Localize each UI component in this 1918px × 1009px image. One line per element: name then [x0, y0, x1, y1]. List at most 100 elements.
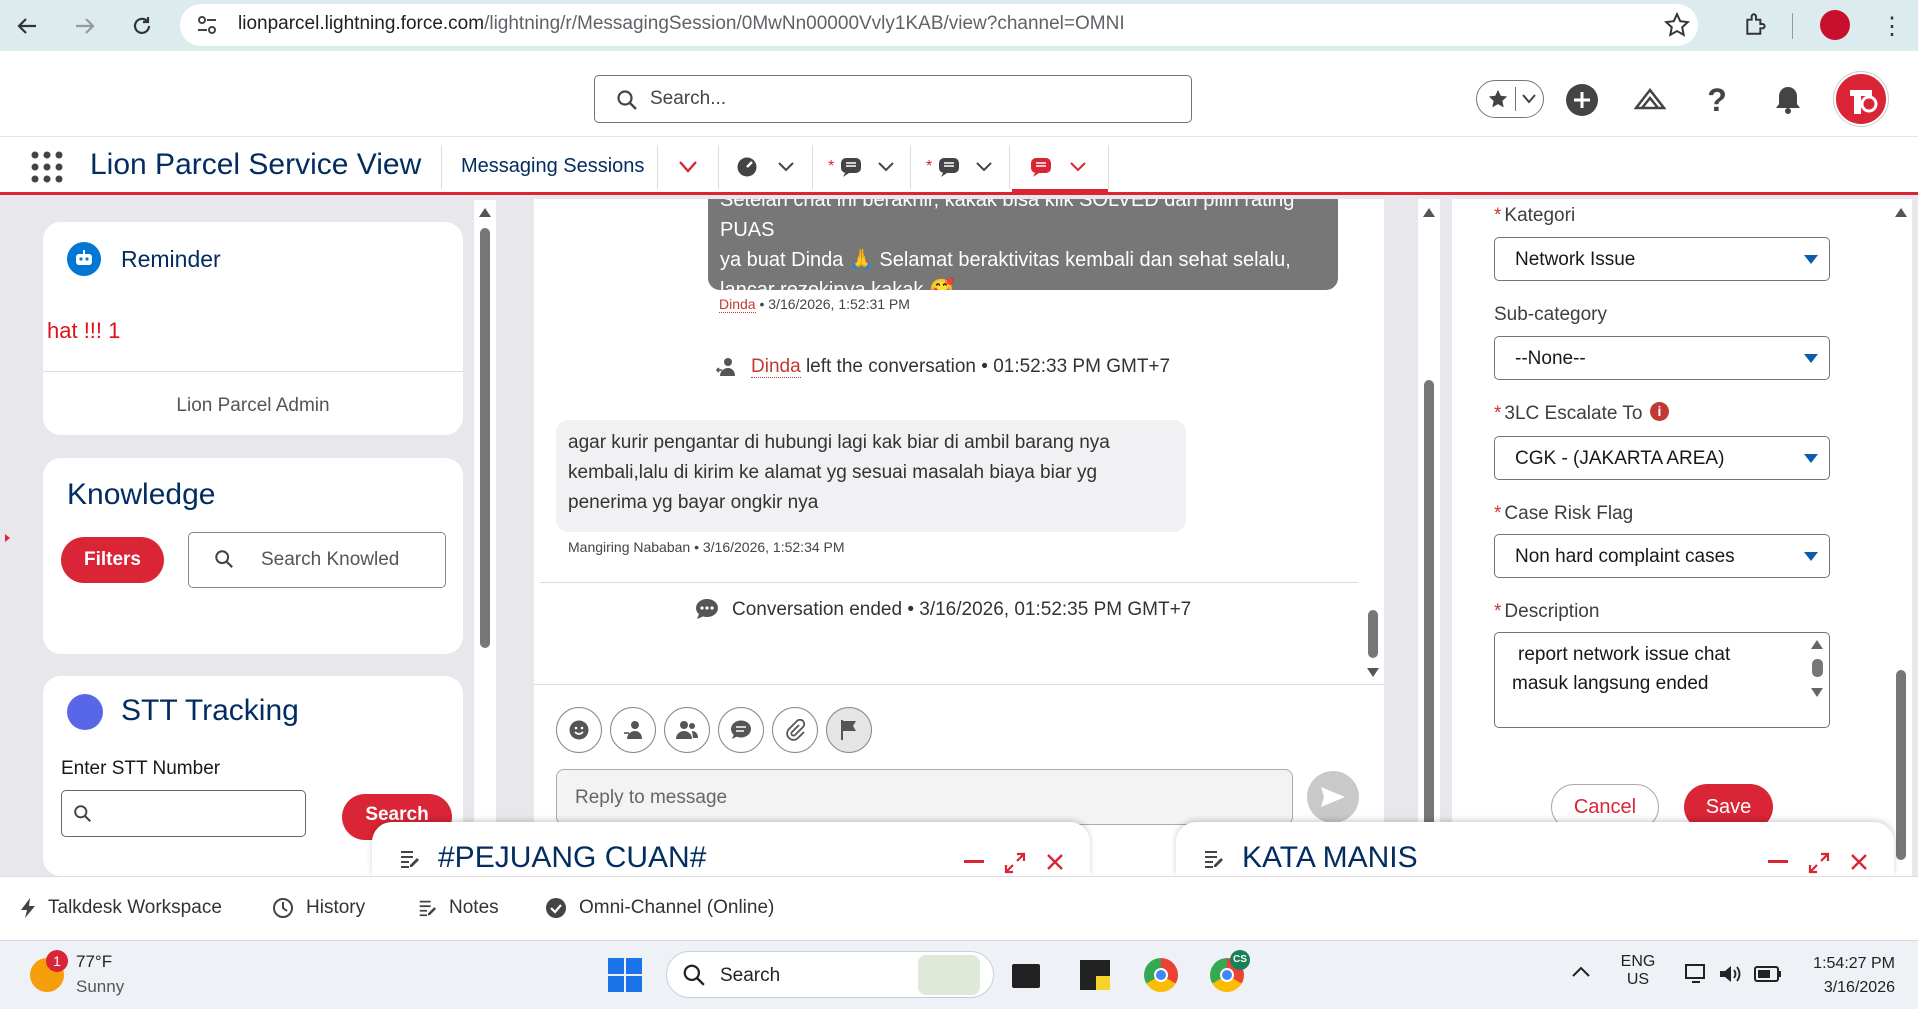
- knowledge-search-placeholder: Search Knowled: [261, 549, 400, 570]
- kategori-select[interactable]: Network Issue: [1494, 237, 1830, 281]
- outgoing-message-time: • 3/16/2026, 1:52:31 PM: [755, 296, 910, 312]
- task-view-icon[interactable]: [1012, 964, 1040, 988]
- search-highlight-image: [918, 955, 980, 995]
- utility-notes[interactable]: Notes: [417, 897, 499, 919]
- escalate-select[interactable]: CGK - (JAKARTA AREA): [1494, 436, 1830, 480]
- user-avatar[interactable]: [1834, 72, 1888, 126]
- workspace-tab-chat-active[interactable]: [1030, 150, 1086, 184]
- online-status-icon: [545, 897, 567, 919]
- nav-divider: [657, 145, 658, 189]
- help-icon[interactable]: ?: [1697, 80, 1737, 120]
- sticky-notes-corner: [1096, 976, 1110, 990]
- utility-talkdesk[interactable]: Talkdesk Workspace: [20, 897, 222, 919]
- forward-icon[interactable]: [69, 10, 101, 42]
- taskbar-search-label: Search: [720, 965, 781, 986]
- description-scroll-thumb[interactable]: [1812, 659, 1823, 677]
- workspace-tab-chat-2[interactable]: *: [926, 150, 992, 184]
- required-marker: *: [1494, 503, 1502, 524]
- sticky-notes-icon[interactable]: [1080, 960, 1110, 990]
- minimize-icon[interactable]: [964, 860, 984, 863]
- right-scroll-thumb[interactable]: [1896, 670, 1906, 860]
- tab-messaging-sessions[interactable]: Messaging Sessions: [461, 155, 644, 178]
- scroll-down-icon[interactable]: [1811, 688, 1823, 697]
- attach-file-button[interactable]: [772, 707, 818, 753]
- risk-flag-select[interactable]: Non hard complaint cases: [1494, 534, 1830, 578]
- chevron-up-icon[interactable]: [1572, 966, 1590, 978]
- flag-button[interactable]: [826, 707, 872, 753]
- nav-divider: [910, 145, 911, 189]
- network-icon[interactable]: [1684, 963, 1710, 985]
- notifications-bell-icon[interactable]: [1768, 80, 1808, 120]
- close-icon[interactable]: [1850, 853, 1868, 871]
- language-region: US: [1626, 971, 1650, 988]
- windows-start-icon[interactable]: [608, 958, 642, 992]
- consult-button[interactable]: [664, 707, 710, 753]
- scroll-up-icon[interactable]: [1423, 208, 1435, 217]
- clock-date: 3/16/2026: [1823, 979, 1895, 996]
- robot-icon: [67, 242, 101, 276]
- expand-icon[interactable]: [1808, 852, 1830, 874]
- scroll-up-icon[interactable]: [1895, 208, 1907, 217]
- agent-left-text: left the conversation • 01:52:33 PM GMT+…: [805, 356, 1171, 377]
- left-scroll-thumb[interactable]: [480, 228, 490, 648]
- chrome-icon[interactable]: [1144, 958, 1178, 992]
- incoming-line-3: penerima yg bayar ongkir nya: [568, 492, 819, 513]
- workspace-tab-home[interactable]: [736, 150, 794, 184]
- mid-scroll-thumb[interactable]: [1424, 380, 1434, 850]
- incoming-message-meta: Mangiring Nababan • 3/16/2026, 1:52:34 P…: [568, 539, 845, 555]
- tab-menu-chevron-icon[interactable]: [678, 160, 698, 174]
- close-icon[interactable]: [1046, 853, 1064, 871]
- incoming-line-2: kembali,lalu di kirim ke alamat yg sesua…: [568, 462, 1098, 483]
- chat-bubble-icon: [840, 156, 862, 178]
- kategori-caret-icon: [1804, 255, 1818, 264]
- transfer-button[interactable]: [610, 707, 656, 753]
- app-launcher-icon[interactable]: [30, 150, 64, 184]
- outgoing-message-bubble: Setelah chat ini berakhir, kakak bisa kl…: [708, 199, 1338, 290]
- profile-avatar[interactable]: [1820, 10, 1850, 40]
- quick-text-button[interactable]: [718, 707, 764, 753]
- scroll-up-icon[interactable]: [479, 208, 491, 217]
- scroll-down-icon[interactable]: [1367, 668, 1379, 677]
- trailhead-icon[interactable]: [1630, 80, 1670, 120]
- escalate-label: * 3LC Escalate To: [1494, 403, 1642, 425]
- agent-left-name-link[interactable]: Dinda: [751, 356, 801, 378]
- chat-bubble-icon: [938, 156, 960, 178]
- note-icon: [1202, 848, 1224, 870]
- scroll-up-icon[interactable]: [1811, 640, 1823, 649]
- system-clock[interactable]: 1:54:27 PM 3/16/2026: [1795, 952, 1895, 1000]
- chat-scroll-thumb[interactable]: [1368, 610, 1378, 658]
- composer-divider: [534, 684, 1384, 685]
- workspace-tab-chat-1[interactable]: *: [828, 150, 894, 184]
- agent-name-link[interactable]: Dinda: [719, 296, 756, 313]
- reminder-divider: [43, 371, 463, 372]
- utility-omni-channel[interactable]: Omni-Channel (Online): [545, 897, 774, 919]
- favorites-divider: [1515, 87, 1516, 111]
- subcategory-select[interactable]: --None--: [1494, 336, 1830, 380]
- language-indicator[interactable]: ENG US: [1620, 953, 1656, 989]
- emoji-button[interactable]: [556, 707, 602, 753]
- reload-icon[interactable]: [126, 10, 158, 42]
- site-settings-icon[interactable]: [196, 15, 218, 35]
- utility-history[interactable]: History: [272, 897, 365, 919]
- battery-icon[interactable]: [1754, 966, 1782, 982]
- volume-icon[interactable]: [1718, 963, 1742, 985]
- agent-left-icon: [715, 356, 737, 378]
- info-icon[interactable]: i: [1650, 402, 1669, 421]
- back-icon[interactable]: [11, 10, 43, 42]
- bookmark-star-icon[interactable]: [1664, 12, 1690, 38]
- favorites-button[interactable]: [1476, 80, 1544, 118]
- escalate-label-text: 3LC Escalate To: [1504, 403, 1643, 424]
- conversation-divider: [540, 582, 1358, 583]
- filters-button[interactable]: Filters: [61, 537, 164, 583]
- nav-divider: [718, 145, 719, 189]
- global-add-icon[interactable]: [1562, 80, 1602, 120]
- expand-icon[interactable]: [1004, 852, 1026, 874]
- send-button[interactable]: [1307, 771, 1359, 823]
- required-marker: *: [1494, 205, 1502, 226]
- minimize-icon[interactable]: [1768, 860, 1788, 863]
- chrome-icon-center: [1154, 968, 1168, 982]
- stt-number-input[interactable]: [61, 790, 306, 837]
- extensions-icon[interactable]: [1743, 11, 1769, 37]
- browser-menu-icon[interactable]: ⋮: [1880, 12, 1904, 41]
- panel-toggle-arrow-icon[interactable]: [5, 534, 10, 542]
